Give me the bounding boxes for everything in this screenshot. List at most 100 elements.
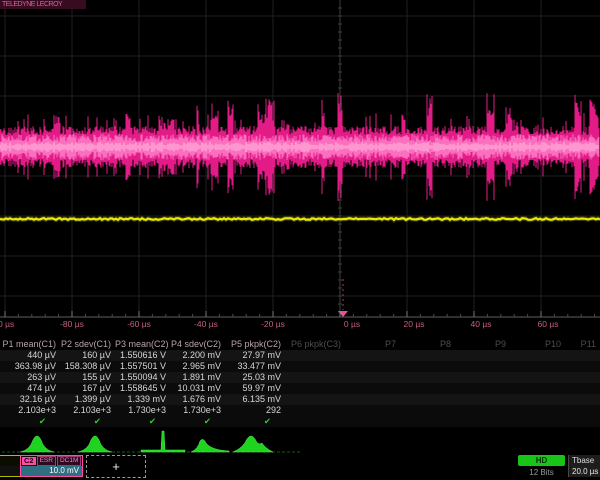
- param-header-p5[interactable]: P5 pkpk(C2): [225, 338, 285, 350]
- histicon-spike: [141, 431, 185, 452]
- param-value-cell: 1.399 µV: [60, 394, 115, 405]
- param-value-cell: 6.135 mV: [225, 394, 285, 405]
- param-value-cell: 1.550094 V: [115, 372, 170, 383]
- param-value-cell: [400, 372, 455, 383]
- time-axis-label: -40 µs: [194, 319, 218, 329]
- param-value-cell: 1.891 mV: [170, 372, 225, 383]
- param-value-cell: [510, 394, 565, 405]
- param-value-cell: [510, 405, 565, 416]
- param-value-cell: 1.339 mV: [115, 394, 170, 405]
- c2-label-badge: C2: [22, 457, 36, 465]
- param-status-check: [510, 416, 565, 427]
- brand-badge: TELEDYNE LECROY: [0, 0, 86, 9]
- c2-volts-per-div: 10.0 mV: [21, 466, 82, 476]
- c2-coupling-badge: DC1M: [57, 456, 81, 466]
- param-status-check: [345, 416, 400, 427]
- param-value-cell: 1.676 mV: [170, 394, 225, 405]
- param-status-check: ✔: [115, 416, 170, 427]
- param-value-cell: 2.103e+3: [0, 405, 60, 416]
- param-value-cell: 155 µV: [60, 372, 115, 383]
- param-value-cell: [565, 372, 600, 383]
- param-header-p9[interactable]: P9: [455, 338, 510, 350]
- param-value-cell: [285, 405, 345, 416]
- param-value-cell: [400, 394, 455, 405]
- time-axis-label: -20 µs: [261, 319, 285, 329]
- param-value-cell: [455, 372, 510, 383]
- param-value-cell: [565, 394, 600, 405]
- param-value-cell: [565, 383, 600, 394]
- param-value-cell: [285, 372, 345, 383]
- param-header-p4[interactable]: P4 sdev(C2): [170, 338, 225, 350]
- param-value-cell: [400, 361, 455, 372]
- table-row: ✔✔✔✔✔: [0, 416, 600, 427]
- param-value-cell: 1.730e+3: [115, 405, 170, 416]
- param-value-cell: 160 µV: [60, 350, 115, 361]
- time-axis-label: 40 µs: [471, 319, 492, 329]
- param-value-cell: [455, 383, 510, 394]
- param-value-cell: 33.477 mV: [225, 361, 285, 372]
- param-value-cell: [565, 361, 600, 372]
- param-value-cell: [345, 372, 400, 383]
- param-header-p8[interactable]: P8: [400, 338, 455, 350]
- timebase-value: 20.0 µs: [569, 466, 600, 477]
- histicon-peak: [191, 439, 229, 452]
- param-status-check: [285, 416, 345, 427]
- param-status-check: ✔: [0, 416, 60, 427]
- hd-mode-badge[interactable]: HD: [518, 455, 565, 466]
- param-value-cell: [400, 350, 455, 361]
- channel-c2-descriptor[interactable]: C2 ESR DC1M 10.0 mV: [20, 455, 83, 477]
- param-status-check: [400, 416, 455, 427]
- param-value-cell: [400, 405, 455, 416]
- measurement-table: P1 mean(C1)P2 sdev(C1)P3 mean(C2)P4 sdev…: [0, 338, 600, 427]
- c2-esr-badge: ESR: [37, 456, 56, 466]
- histicon-bell: [20, 436, 54, 452]
- param-value-cell: 1.558645 V: [115, 383, 170, 394]
- param-value-cell: 59.97 mV: [225, 383, 285, 394]
- param-header-p6[interactable]: P6 pkpk(C3): [285, 338, 345, 350]
- oscilloscope-screen: TELEDYNE LECROY -100 µs-80 µs-60 µs-40 µ…: [0, 0, 600, 480]
- param-value-cell: [345, 350, 400, 361]
- param-value-cell: 1.730e+3: [170, 405, 225, 416]
- param-value-cell: [285, 361, 345, 372]
- timebase-title: Tbase: [569, 455, 600, 466]
- param-value-cell: 32.16 µV: [0, 394, 60, 405]
- param-value-cell: [510, 350, 565, 361]
- parameter-histicons: [0, 428, 600, 454]
- time-axis-labels: -100 µs-80 µs-60 µs-40 µs-20 µs0 µs20 µs…: [0, 319, 600, 333]
- param-status-check: ✔: [60, 416, 115, 427]
- param-value-cell: [285, 350, 345, 361]
- param-value-cell: [510, 372, 565, 383]
- param-status-check: [455, 416, 510, 427]
- param-value-cell: [455, 405, 510, 416]
- graticule-and-traces: [0, 0, 600, 318]
- histicon-wide: [233, 436, 273, 452]
- param-value-cell: [285, 383, 345, 394]
- table-row: 474 µV167 µV1.558645 V10.031 mV59.97 mV: [0, 383, 600, 394]
- time-axis-label: 60 µs: [538, 319, 559, 329]
- table-row: 2.103e+32.103e+31.730e+31.730e+3292: [0, 405, 600, 416]
- param-status-check: [565, 416, 600, 427]
- bottom-bar: DC1M 10.0 mV C2 ESR DC1M 10.0 mV + HD 12…: [0, 454, 600, 480]
- param-header-p11[interactable]: P11: [565, 338, 600, 350]
- param-value-cell: 2.200 mV: [170, 350, 225, 361]
- param-value-cell: 27.97 mV: [225, 350, 285, 361]
- plus-icon: +: [112, 459, 120, 474]
- hd-bits-label: 12 Bits: [518, 468, 565, 478]
- timebase-descriptor[interactable]: Tbase 20.0 µs: [568, 455, 600, 477]
- param-value-cell: [565, 350, 600, 361]
- param-header-p2[interactable]: P2 sdev(C1): [60, 338, 115, 350]
- param-header-p3[interactable]: P3 mean(C2): [115, 338, 170, 350]
- param-value-cell: 474 µV: [0, 383, 60, 394]
- param-header-p1[interactable]: P1 mean(C1): [0, 338, 60, 350]
- add-trace-button[interactable]: +: [86, 455, 146, 478]
- param-value-cell: 167 µV: [60, 383, 115, 394]
- param-value-cell: [510, 383, 565, 394]
- param-value-cell: 292: [225, 405, 285, 416]
- time-axis-label: 20 µs: [404, 319, 425, 329]
- param-value-cell: [455, 394, 510, 405]
- param-value-cell: 2.965 mV: [170, 361, 225, 372]
- param-value-cell: [510, 361, 565, 372]
- param-header-p7[interactable]: P7: [345, 338, 400, 350]
- table-row: P1 mean(C1)P2 sdev(C1)P3 mean(C2)P4 sdev…: [0, 338, 600, 350]
- param-header-p10[interactable]: P10: [510, 338, 565, 350]
